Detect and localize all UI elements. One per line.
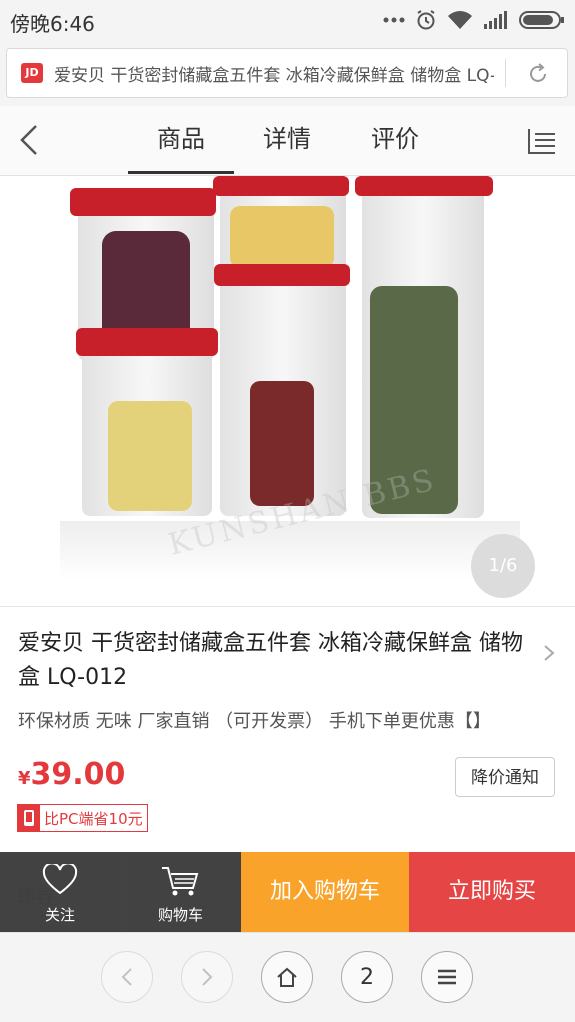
- pager-total: 6: [506, 555, 518, 576]
- status-icons: [383, 8, 565, 32]
- list-menu-icon[interactable]: [526, 126, 558, 156]
- cart-button[interactable]: 购物车: [120, 852, 241, 932]
- image-pager: 1/6: [471, 534, 535, 598]
- mobile-saving-badge: 比PC端省10元: [17, 804, 148, 832]
- home-icon: [277, 967, 297, 987]
- browser-tabs-button[interactable]: 2: [341, 951, 393, 1003]
- chevron-right-icon: [202, 968, 213, 986]
- reload-icon[interactable]: [525, 61, 551, 87]
- site-favicon: JD: [21, 63, 43, 83]
- chevron-left-icon: [121, 968, 132, 986]
- browser-home-button[interactable]: [261, 951, 313, 1003]
- favorite-label: 关注: [44, 906, 75, 924]
- address-text[interactable]: 爱安贝 干货密封储藏盒五件套 冰箱冷藏保鲜盒 储物盒 LQ-012: [54, 61, 494, 86]
- battery-icon: [519, 11, 564, 29]
- heart-icon: [42, 864, 78, 895]
- browser-back-button[interactable]: [101, 951, 153, 1003]
- tab-reviews[interactable]: 评价: [352, 106, 438, 174]
- tab-goods[interactable]: 商品: [128, 106, 234, 174]
- product-price: ¥39.00: [18, 757, 125, 792]
- address-divider: [505, 59, 506, 87]
- favorite-button[interactable]: 关注: [0, 852, 120, 932]
- buy-now-button[interactable]: 立即购买: [409, 852, 575, 932]
- tab-details[interactable]: 详情: [244, 106, 330, 174]
- alarm-icon: [417, 10, 435, 30]
- price-value: 39.00: [30, 757, 126, 792]
- product-tab-header: 商品 详情 评价: [0, 106, 575, 176]
- browser-url-bar: JD 爱安贝 干货密封储藏盒五件套 冰箱冷藏保鲜盒 储物盒 LQ-012: [0, 40, 575, 106]
- address-field[interactable]: JD 爱安贝 干货密封储藏盒五件套 冰箱冷藏保鲜盒 储物盒 LQ-012: [6, 48, 568, 98]
- currency-symbol: ¥: [18, 768, 31, 789]
- browser-menu-button[interactable]: [421, 951, 473, 1003]
- chevron-right-icon[interactable]: [541, 643, 557, 663]
- browser-forward-button[interactable]: [181, 951, 233, 1003]
- phone-icon: [18, 805, 40, 831]
- wifi-icon: [448, 11, 472, 29]
- purchase-action-bar: 领券 关注 购物车 加入购物车 立即购买: [0, 852, 575, 932]
- add-to-cart-button[interactable]: 加入购物车: [241, 852, 409, 932]
- product-title[interactable]: 爱安贝 干货密封储藏盒五件套 冰箱冷藏保鲜盒 储物盒 LQ-012: [18, 627, 523, 695]
- status-bar: 傍晚6:46: [0, 0, 575, 40]
- cart-label: 购物车: [157, 906, 203, 924]
- hamburger-menu-icon: [438, 969, 456, 985]
- back-arrow-icon[interactable]: [12, 120, 52, 160]
- price-drop-notify-button[interactable]: 降价通知: [455, 757, 555, 797]
- pager-current: 1: [488, 555, 500, 576]
- browser-navigation-bar: 2: [0, 932, 575, 1022]
- saving-label: 比PC端省10元: [44, 809, 143, 828]
- more-dots-icon: [383, 17, 405, 23]
- product-info: 爱安贝 干货密封储藏盒五件套 冰箱冷藏保鲜盒 储物盒 LQ-012 环保材质 无…: [0, 606, 575, 852]
- signal-icon: [484, 11, 507, 29]
- status-time: 傍晚6:46: [10, 12, 95, 36]
- shopping-cart-icon: [162, 867, 199, 896]
- product-subtitle: 环保材质 无味 厂家直销 （可开发票） 手机下单更优惠【】: [18, 711, 491, 732]
